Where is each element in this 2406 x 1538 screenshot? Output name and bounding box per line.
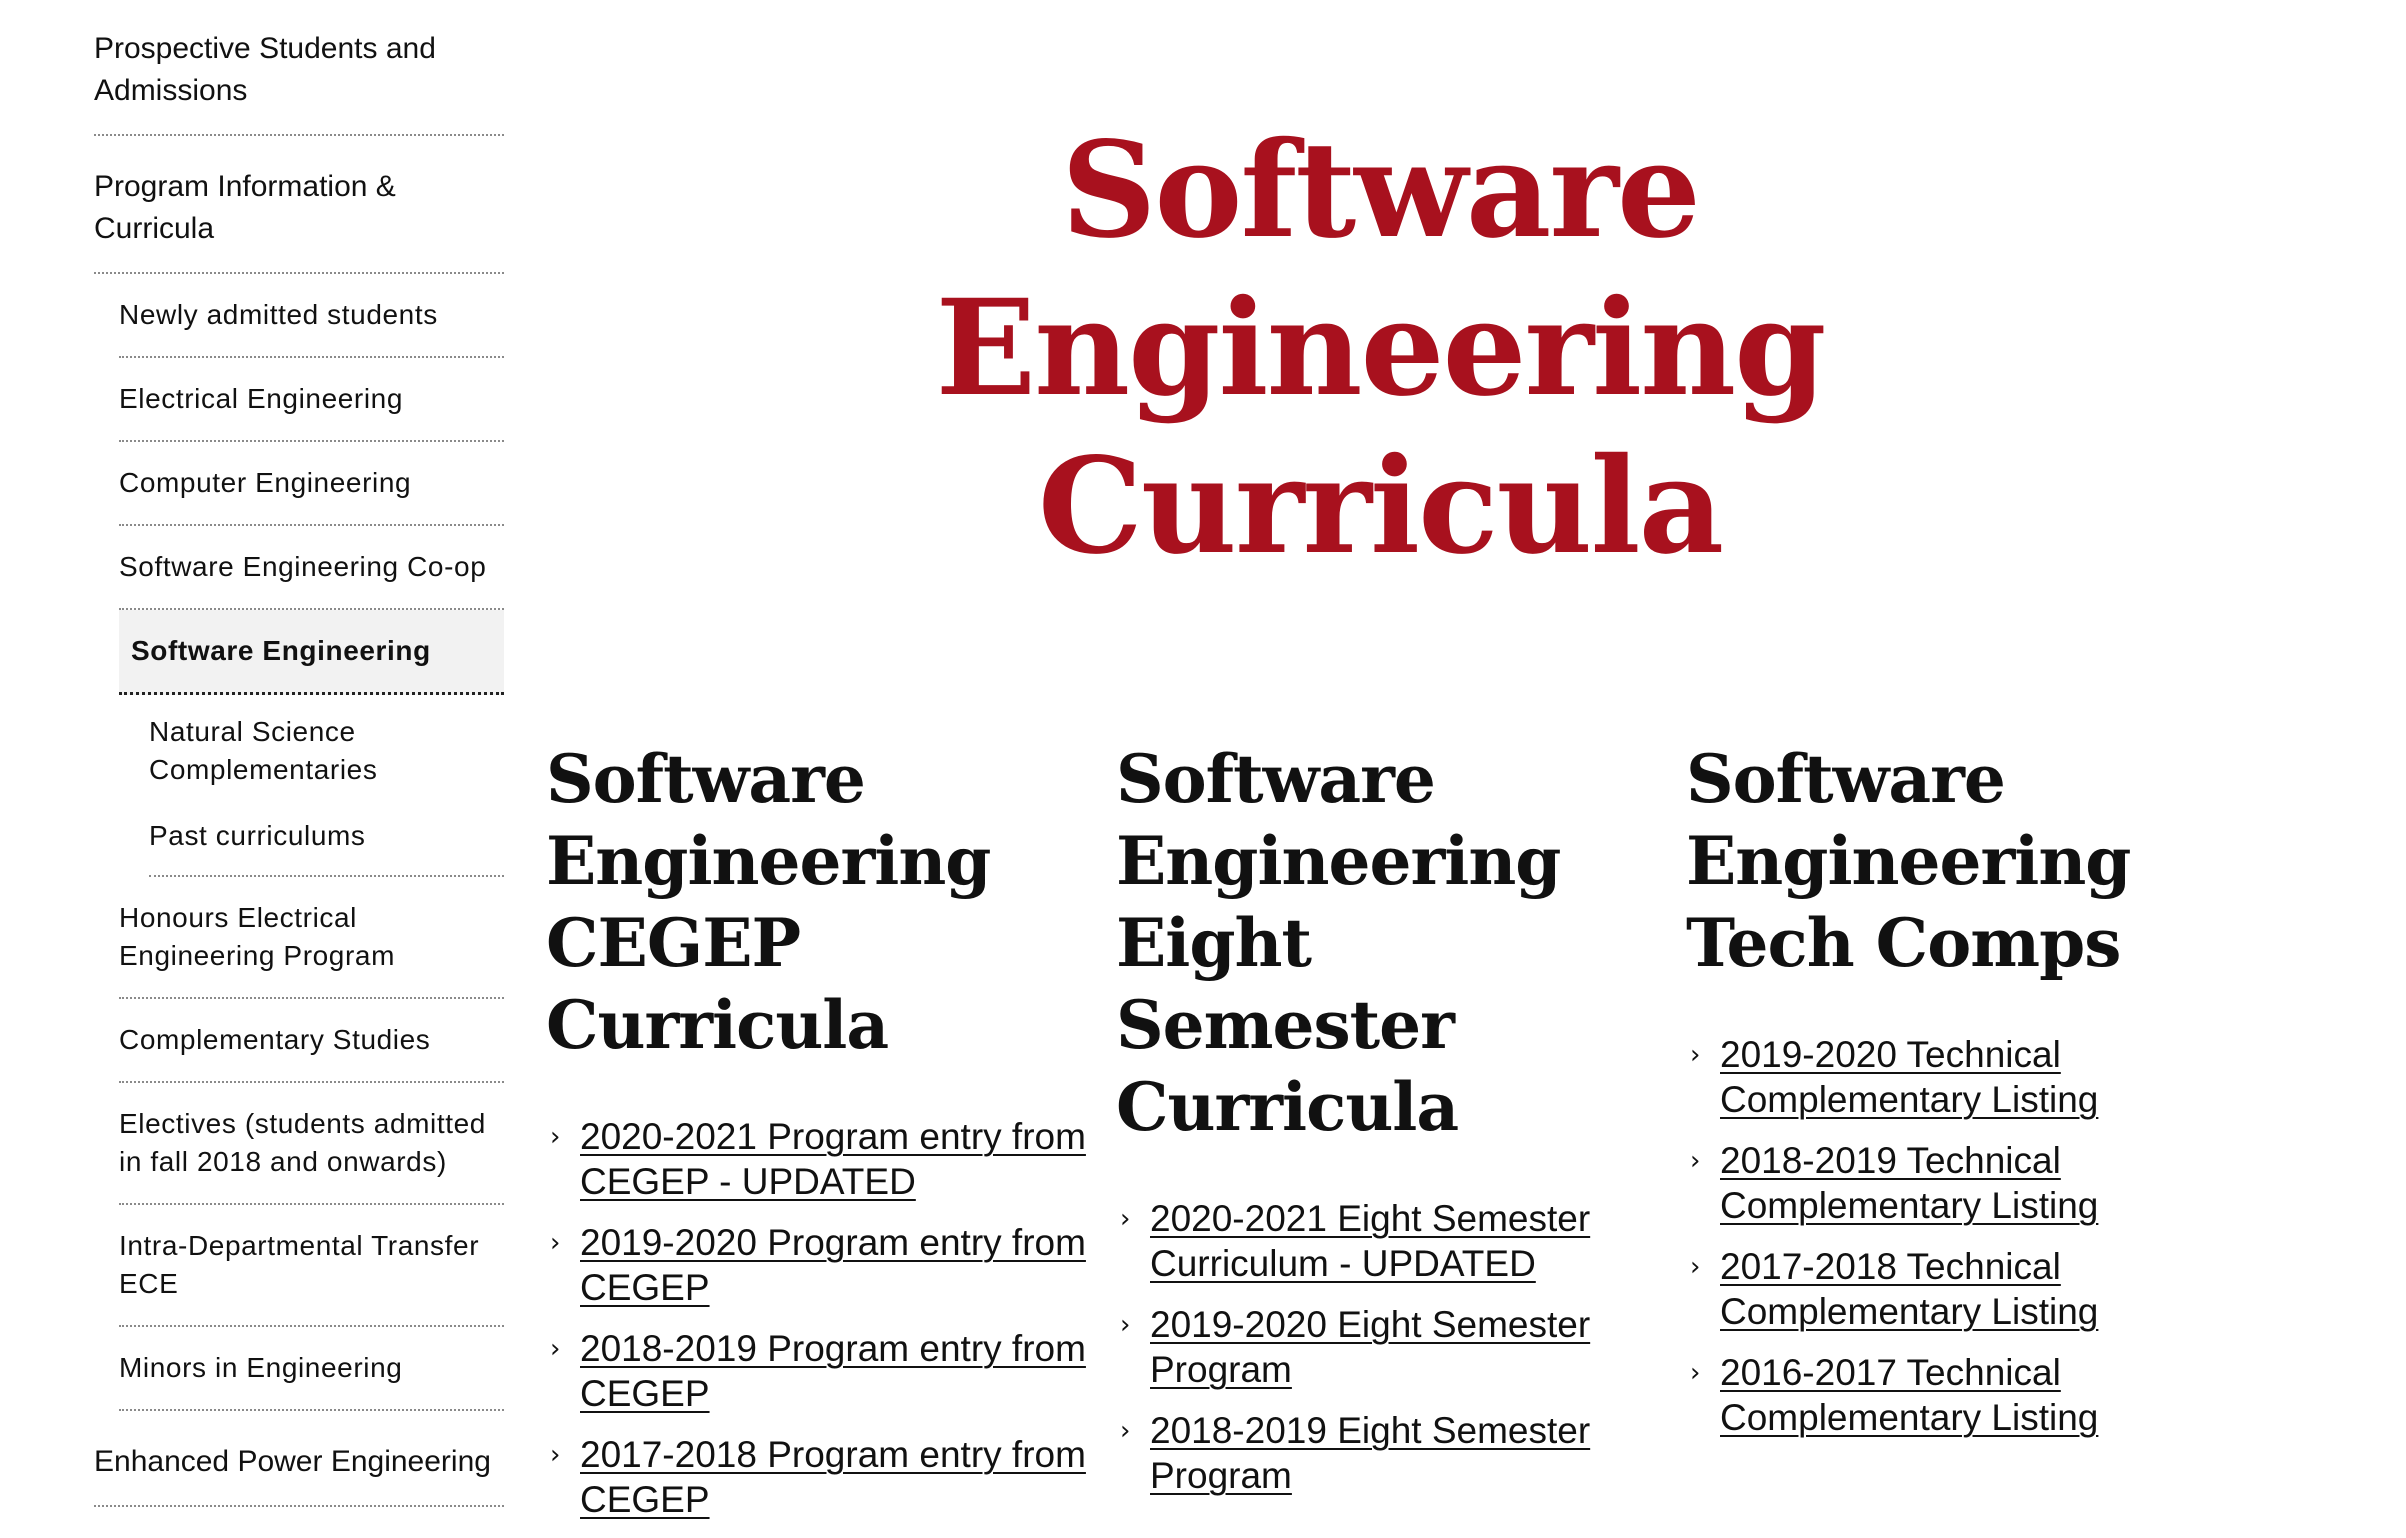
nav-electives[interactable]: Electives (students admitted in fall 201… [119,1083,504,1205]
list-item: › 2019-2020 Eight Semester Program [1116,1302,1656,1392]
nav-enhanced-power-engineering[interactable]: Enhanced Power Engineering [94,1411,504,1507]
sidebar-nav: Prospective Students and Admissions Prog… [94,0,504,1507]
list-item: › 2017-2018 Technical Complementary Listi… [1686,1244,2226,1334]
nav-complementary-studies[interactable]: Complementary Studies [119,999,504,1083]
tech-comp-link[interactable]: 2019-2020 Technical Complementary Listin… [1720,1034,2098,1120]
list-item: › 2017-2018 Program entry from CEGEP [546,1432,1086,1522]
column-cegep-curricula: Software Engineering CEGEP Curricula › 20… [546,738,1086,1538]
curriculum-link[interactable]: 2019-2020 Eight Semester Program [1150,1304,1590,1390]
list-item: › 2018-2019 Program entry from CEGEP [546,1326,1086,1416]
nav-submenu: Newly admitted students Electrical Engin… [119,274,504,1411]
chevron-right-icon: › [550,1228,561,1258]
nav-program-information[interactable]: Program Information & Curricula [94,136,504,274]
nav-minors-in-engineering[interactable]: Minors in Engineering [119,1327,504,1411]
tech-comp-link[interactable]: 2016-2017 Technical Complementary Listin… [1720,1352,2098,1438]
list-item: › 2019-2020 Program entry from CEGEP [546,1220,1086,1310]
list-item: › 2018-2019 Technical Complementary Listi… [1686,1138,2226,1228]
chevron-right-icon: › [550,1334,561,1364]
chevron-right-icon: › [1690,1252,1701,1282]
column-heading: Software Engineering CEGEP Curricula [546,740,991,1064]
curriculum-link[interactable]: 2017-2018 Program entry from CEGEP [580,1434,1086,1520]
chevron-right-icon: › [550,1122,561,1152]
curriculum-link[interactable]: 2018-2019 Eight Semester Program [1150,1410,1590,1496]
column-eight-semester-curricula: Software Engineering Eight Semester Curr… [1116,738,1656,1514]
chevron-right-icon: › [1690,1358,1701,1388]
column-tech-comps: Software Engineering Tech Comps › 2019-20… [1686,738,2226,1456]
nav-computer-engineering[interactable]: Computer Engineering [119,442,504,526]
nav-software-engineering-coop[interactable]: Software Engineering Co-op [119,526,504,610]
chevron-right-icon: › [1690,1040,1701,1070]
column-heading: Software Engineering Tech Comps [1686,740,2131,982]
nav-subsubmenu: Natural Science Complementaries Past cur… [149,695,504,877]
chevron-right-icon: › [1120,1204,1131,1234]
nav-newly-admitted[interactable]: Newly admitted students [119,274,504,358]
tech-comp-link[interactable]: 2018-2019 Technical Complementary Listin… [1720,1140,2098,1226]
chevron-right-icon: › [550,1440,561,1470]
nav-software-engineering-active[interactable]: Software Engineering [119,610,504,695]
curriculum-link[interactable]: 2018-2019 Program entry from CEGEP [580,1328,1086,1414]
link-list: › 2020-2021 Eight Semester Curriculum - U… [1116,1196,1656,1498]
nav-electrical-engineering[interactable]: Electrical Engineering [119,358,504,442]
list-item: › 2018-2019 Eight Semester Program [1116,1408,1656,1498]
list-item: › 2019-2020 Technical Complementary Listi… [1686,1032,2226,1122]
chevron-right-icon: › [1690,1146,1701,1176]
list-item: › 2020-2021 Program entry from CEGEP - UP… [546,1114,1086,1204]
list-item: › 2016-2017 Technical Complementary Listi… [1686,1350,2226,1440]
tech-comp-link[interactable]: 2017-2018 Technical Complementary Listin… [1720,1246,2098,1332]
curriculum-link[interactable]: 2019-2020 Program entry from CEGEP [580,1222,1086,1308]
chevron-right-icon: › [1120,1310,1131,1340]
page-title: Software Engineering Curricula [935,113,1827,584]
nav-prospective-students[interactable]: Prospective Students and Admissions [94,0,504,136]
nav-honours-electrical[interactable]: Honours Electrical Engineering Program [119,877,504,999]
column-heading: Software Engineering Eight Semester Curr… [1116,740,1561,1146]
nav-past-curriculums[interactable]: Past curriculums [149,803,504,869]
chevron-right-icon: › [1120,1416,1131,1446]
list-item: › 2020-2021 Eight Semester Curriculum - U… [1116,1196,1656,1286]
link-list: › 2020-2021 Program entry from CEGEP - UP… [546,1114,1086,1522]
nav-natural-science-complementaries[interactable]: Natural Science Complementaries [149,699,504,803]
curriculum-link[interactable]: 2020-2021 Eight Semester Curriculum - UP… [1150,1198,1590,1284]
nav-intra-departmental-transfer[interactable]: Intra-Departmental Transfer ECE [119,1205,504,1327]
curriculum-link[interactable]: 2020-2021 Program entry from CEGEP - UPD… [580,1116,1086,1202]
link-list: › 2019-2020 Technical Complementary Listi… [1686,1032,2226,1440]
